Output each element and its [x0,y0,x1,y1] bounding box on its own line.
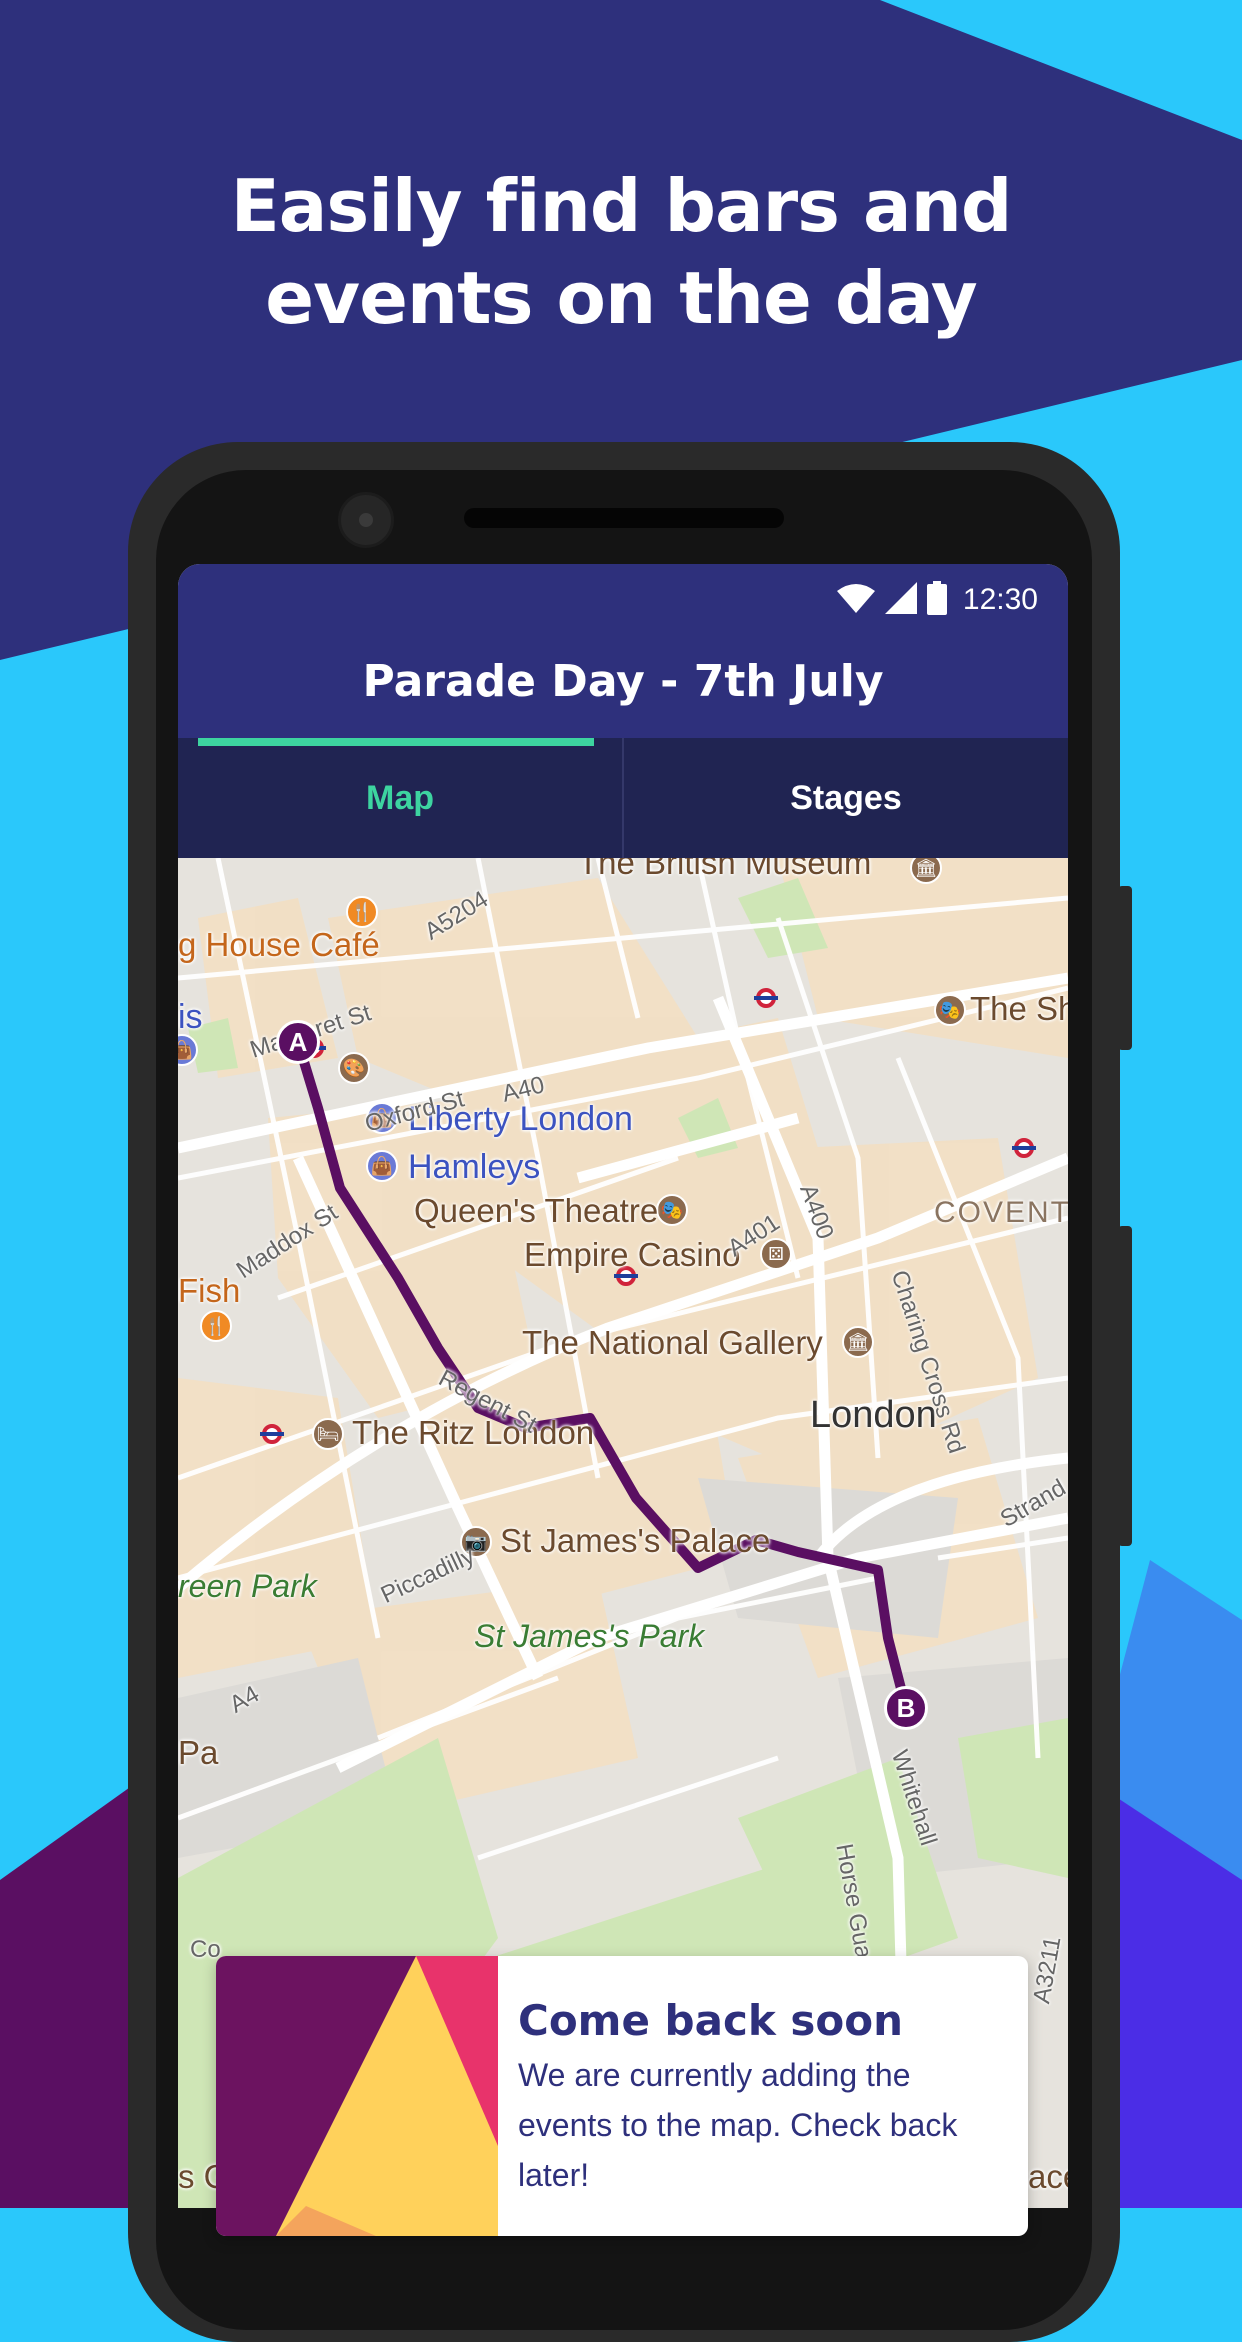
hotel-icon[interactable]: 🛏 [312,1418,344,1450]
cell-signal-icon [884,581,917,619]
battery-icon [926,580,947,620]
place-label: The Sh [970,990,1068,1027]
tab-bar: Map Stages [178,738,1068,858]
place-label: COVENT G [934,1196,1068,1229]
tube-station-icon[interactable] [754,988,778,1008]
restaurant-icon[interactable]: 🍴 [200,1310,232,1342]
app-title: Parade Day - 7th July [362,656,884,707]
phone-side-button-bottom [1118,1226,1132,1546]
phone-speaker [464,508,784,528]
tab-map-label: Map [366,778,434,817]
phone-side-button-top [1118,886,1132,1050]
app-bar: Parade Day - 7th July [178,634,1068,738]
come-back-card[interactable]: Come back soon We are currently adding t… [216,1956,1028,2236]
card-illustration [216,1956,498,2236]
place-label: g House Café [178,926,380,963]
place-label: ace [1028,2158,1068,2195]
status-icons: 12:30 [836,580,1038,620]
shopping-bag-icon[interactable]: 👜 [366,1150,398,1182]
place-label: St James's Park [474,1618,705,1654]
place-label: is [178,998,203,1036]
tab-stages-label: Stages [790,778,902,817]
theatre-icon[interactable]: 🎭 [656,1194,688,1226]
route-end-marker[interactable]: B [884,1686,928,1730]
place-label: Pa [178,1734,219,1771]
place-label: The Ritz London [352,1414,595,1451]
museum-icon[interactable]: 🏛 [842,1326,874,1358]
headline-line-2: events on the day [265,256,977,340]
wifi-icon [836,583,875,618]
place-label: London [810,1394,937,1436]
headline: Easily find bars and events on the day [0,160,1242,344]
place-label: Fish [178,1272,241,1309]
place-label: The British Museum [578,858,872,881]
tube-station-icon[interactable] [260,1424,284,1444]
theatre-icon[interactable]: 🎭 [934,994,966,1026]
place-label: Hamleys [408,1148,541,1186]
active-tab-indicator [198,738,594,746]
status-bar: 12:30 [178,564,1068,634]
headline-line-1: Easily find bars and [230,164,1013,248]
route-start-marker[interactable]: A [276,1020,320,1064]
place-label: The National Gallery [522,1324,823,1361]
front-camera [338,492,394,548]
status-time: 12:30 [962,583,1038,616]
card-body: We are currently adding the events to th… [518,2057,958,2193]
card-title: Come back soon [518,1996,904,2045]
tab-map[interactable]: Map [178,738,622,858]
place-label: Queen's Theatre [414,1192,659,1229]
place-label: St James's Palace [500,1522,771,1559]
place-label: Empire Casino [524,1236,741,1273]
restaurant-icon[interactable]: 🍴 [346,896,378,928]
tab-stages[interactable]: Stages [622,738,1068,858]
tube-station-icon[interactable] [1012,1138,1036,1158]
place-label: reen Park [178,1568,317,1604]
palette-icon[interactable]: 🎨 [338,1052,370,1084]
